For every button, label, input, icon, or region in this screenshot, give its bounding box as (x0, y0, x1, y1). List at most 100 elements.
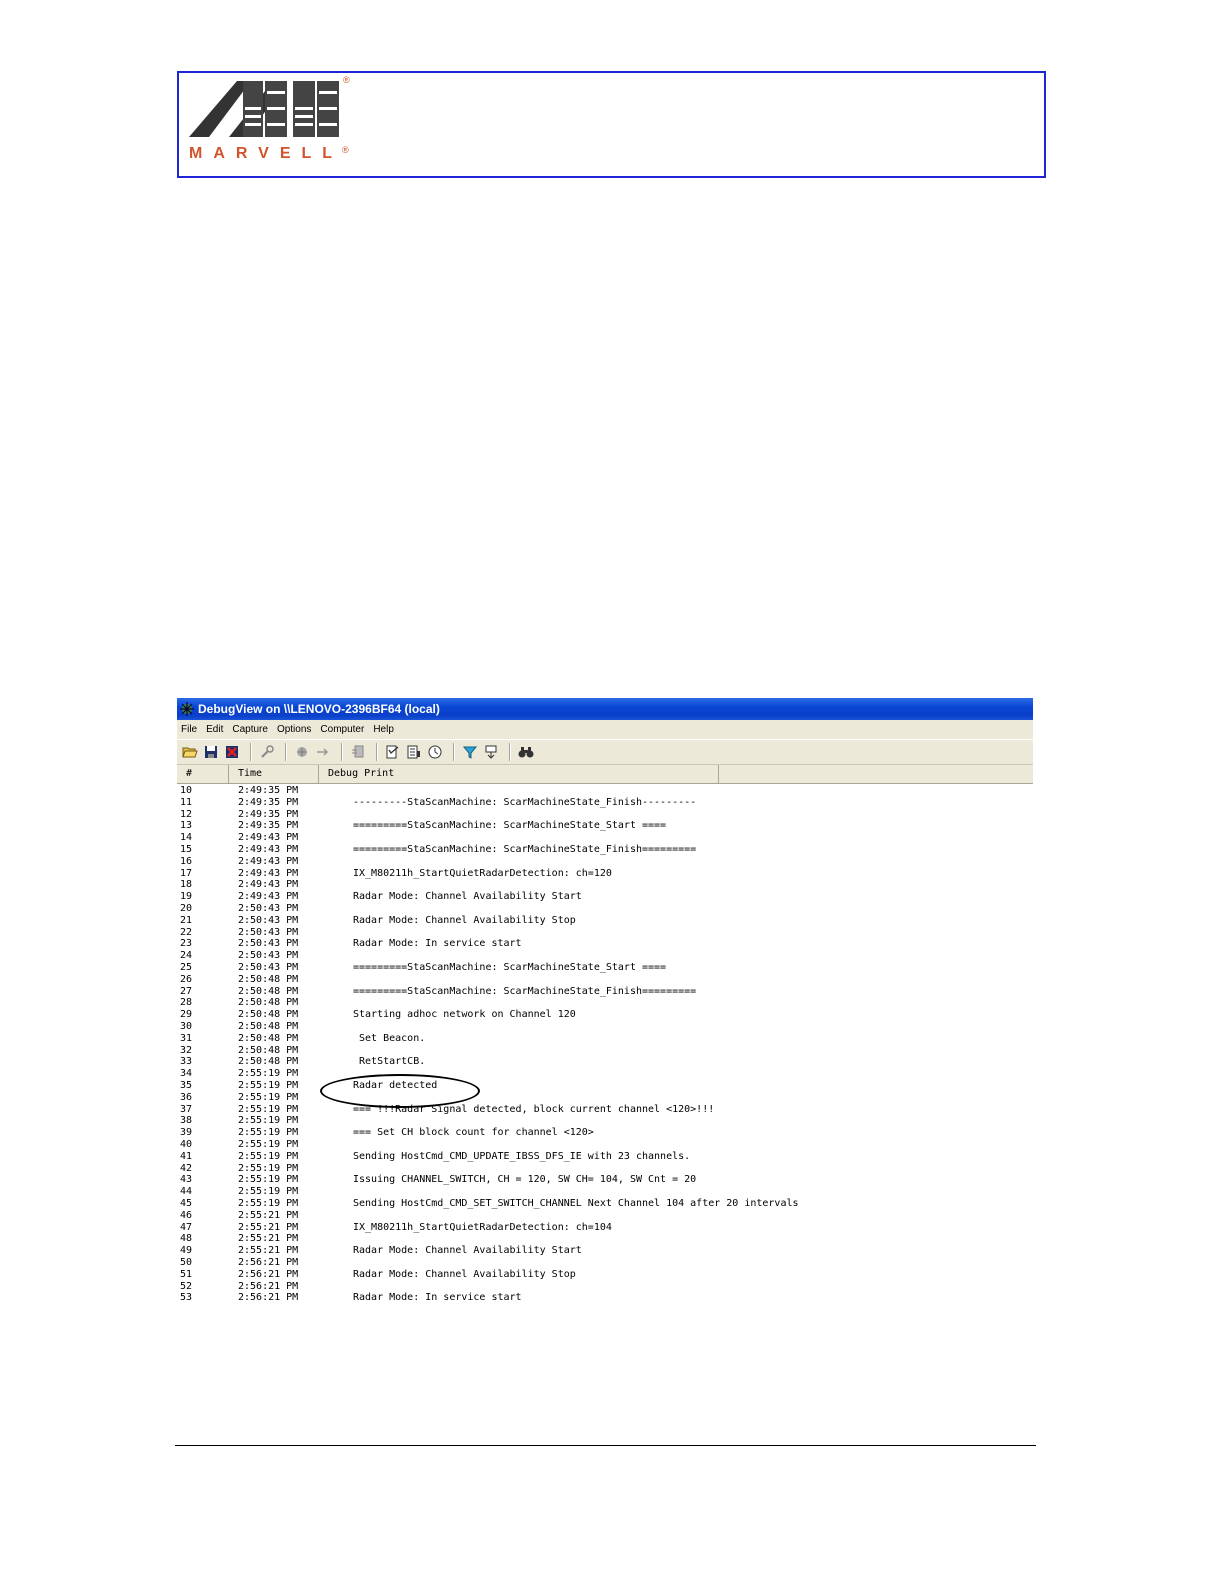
table-row[interactable]: 16 2:49:43 PM (177, 856, 1033, 868)
row-time: 2:49:35 PM (238, 796, 299, 808)
table-row[interactable]: 12 2:49:35 PM (177, 809, 1033, 821)
row-time: 2:49:43 PM (238, 867, 299, 879)
table-row[interactable]: 48 2:55:21 PM (177, 1233, 1033, 1245)
row-debug-print: Set Beacon. (353, 1032, 426, 1044)
row-number: 50 (180, 1257, 193, 1268)
radar-detected-highlight-circle (320, 1074, 480, 1108)
registered-mark-top: ® (343, 75, 350, 85)
table-row[interactable]: 25 2:50:43 PM =========StaScanMachine: Sca… (177, 962, 1033, 974)
table-row[interactable]: 52 2:56:21 PM (177, 1281, 1033, 1293)
clock-icon[interactable] (426, 743, 444, 761)
table-row[interactable]: 17 2:49:43 PM IX_M80211h_StartQuietRadarDe… (177, 868, 1033, 880)
row-debug-print: =========StaScanMachine: ScarMachineStat… (353, 962, 667, 973)
table-row[interactable]: 39 2:55:19 PM === Set CH block count for c… (177, 1127, 1033, 1139)
menu-options[interactable]: Options (277, 724, 311, 735)
table-row[interactable]: 53 2:56:21 PM Radar Mode: In service start (177, 1292, 1033, 1304)
row-time: 2:49:35 PM (238, 785, 299, 796)
menu-edit[interactable]: Edit (206, 724, 223, 735)
row-time: 2:49:35 PM (238, 820, 299, 832)
table-row[interactable]: 42 2:55:19 PM (177, 1163, 1033, 1175)
autoscroll-icon[interactable] (293, 743, 311, 761)
table-row[interactable]: 31 2:50:48 PM Set Beacon. (177, 1033, 1033, 1045)
table-row[interactable]: 14 2:49:43 PM (177, 832, 1033, 844)
row-number: 15 (180, 844, 193, 855)
toolbar-separator (453, 743, 455, 761)
table-row[interactable]: 23 2:50:43 PM Radar Mode: In service start (177, 938, 1033, 950)
column-header-debug-print[interactable]: Debug Print (319, 765, 719, 783)
row-debug-print: Radar Mode: In service start (353, 938, 522, 950)
menu-computer[interactable]: Computer (320, 724, 364, 735)
table-row[interactable]: 29 2:50:48 PM Starting adhoc network on Ch… (177, 1009, 1033, 1021)
table-row[interactable]: 32 2:50:48 PM (177, 1045, 1033, 1057)
table-row[interactable]: 46 2:55:21 PM (177, 1210, 1033, 1222)
table-row[interactable]: 36 2:55:19 PM (177, 1092, 1033, 1104)
highlight-icon[interactable] (482, 743, 500, 761)
menu-file[interactable]: File (181, 724, 197, 735)
row-number: 25 (180, 962, 193, 973)
table-row[interactable]: 18 2:49:43 PM (177, 879, 1033, 891)
menu-capture[interactable]: Capture (232, 724, 268, 735)
row-debug-print: Radar Mode: Channel Availability Stop (353, 914, 576, 926)
row-time: 2:56:21 PM (238, 1257, 299, 1268)
table-row[interactable]: 30 2:50:48 PM (177, 1021, 1033, 1033)
row-number: 22 (180, 926, 193, 938)
row-number: 18 (180, 879, 193, 891)
table-row[interactable]: 28 2:50:48 PM (177, 997, 1033, 1009)
row-number: 49 (180, 1245, 193, 1257)
row-number: 21 (180, 914, 193, 926)
forward-icon[interactable] (314, 743, 332, 761)
registered-mark: ® (342, 145, 349, 155)
row-time: 2:49:43 PM (238, 832, 299, 844)
table-row[interactable]: 44 2:55:19 PM (177, 1186, 1033, 1198)
row-number: 41 (180, 1150, 193, 1162)
table-row[interactable]: 21 2:50:43 PM Radar Mode: Channel Availabi… (177, 915, 1033, 927)
table-row[interactable]: 51 2:56:21 PM Radar Mode: Channel Availabi… (177, 1269, 1033, 1281)
row-time: 2:50:43 PM (238, 962, 299, 973)
table-row[interactable]: 49 2:55:21 PM Radar Mode: Channel Availabi… (177, 1245, 1033, 1257)
timestamp-icon[interactable] (384, 743, 402, 761)
table-row[interactable]: 41 2:55:19 PM Sending HostCmd_CMD_UPDATE_I… (177, 1151, 1033, 1163)
copy-icon[interactable] (405, 743, 423, 761)
table-row[interactable]: 15 2:49:43 PM =========StaScanMachine: Sca… (177, 844, 1033, 856)
row-time: 2:56:21 PM (238, 1292, 299, 1304)
save-icon[interactable] (202, 743, 220, 761)
capture-icon[interactable] (258, 743, 276, 761)
table-row[interactable]: 35 2:55:19 PM Radar detected (177, 1080, 1033, 1092)
table-row[interactable]: 22 2:50:43 PM (177, 927, 1033, 939)
window-titlebar[interactable]: DebugView on \\LENOVO-2396BF64 (local) (177, 698, 1033, 720)
row-time: 2:50:43 PM (238, 903, 299, 914)
table-row[interactable]: 38 2:55:19 PM (177, 1115, 1033, 1127)
table-row[interactable]: 20 2:50:43 PM (177, 903, 1033, 915)
find-icon[interactable] (517, 743, 535, 761)
table-row[interactable]: 45 2:55:19 PM Sending HostCmd_CMD_SET_SWIT… (177, 1198, 1033, 1210)
row-time: 2:50:48 PM (238, 1056, 299, 1068)
table-row[interactable]: 50 2:56:21 PM (177, 1257, 1033, 1269)
row-number: 44 (180, 1186, 193, 1198)
row-debug-print: Sending HostCmd_CMD_SET_SWITCH_CHANNEL N… (353, 1198, 799, 1209)
table-row[interactable]: 19 2:49:43 PM Radar Mode: Channel Availabi… (177, 891, 1033, 903)
filter-icon[interactable] (461, 743, 479, 761)
menu-help[interactable]: Help (373, 724, 394, 735)
column-header-number[interactable]: # (177, 765, 229, 783)
table-row[interactable]: 13 2:49:35 PM =========StaScanMachine: Sca… (177, 820, 1033, 832)
table-row[interactable]: 43 2:55:19 PM Issuing CHANNEL_SWITCH, CH =… (177, 1174, 1033, 1186)
table-row[interactable]: 27 2:50:48 PM =========StaScanMachine: Sca… (177, 986, 1033, 998)
table-row[interactable]: 40 2:55:19 PM (177, 1139, 1033, 1151)
table-row[interactable]: 24 2:50:43 PM (177, 950, 1033, 962)
column-header-time[interactable]: Time (229, 765, 319, 783)
table-row[interactable]: 34 2:55:19 PM (177, 1068, 1033, 1080)
open-icon[interactable] (181, 743, 199, 761)
table-row[interactable]: 47 2:55:21 PM IX_M80211h_StartQuietRadarDe… (177, 1222, 1033, 1234)
table-row[interactable]: 11 2:49:35 PM ---------StaScanMachine: Sca… (177, 797, 1033, 809)
table-row[interactable]: 33 2:50:48 PM RetStartCB. (177, 1056, 1033, 1068)
table-row[interactable]: 37 2:55:19 PM === !!!Radar Signal detected… (177, 1104, 1033, 1116)
clear-icon[interactable] (223, 743, 241, 761)
debugview-window: DebugView on \\LENOVO-2396BF64 (local) F… (177, 698, 1033, 1304)
row-time: 2:55:19 PM (238, 1103, 299, 1115)
table-row[interactable]: 26 2:50:48 PM (177, 974, 1033, 986)
toolbar-separator (285, 743, 287, 761)
log-icon[interactable] (349, 743, 367, 761)
toolbar-separator (341, 743, 343, 761)
row-number: 14 (180, 832, 193, 844)
table-row[interactable]: 10 2:49:35 PM (177, 785, 1033, 797)
